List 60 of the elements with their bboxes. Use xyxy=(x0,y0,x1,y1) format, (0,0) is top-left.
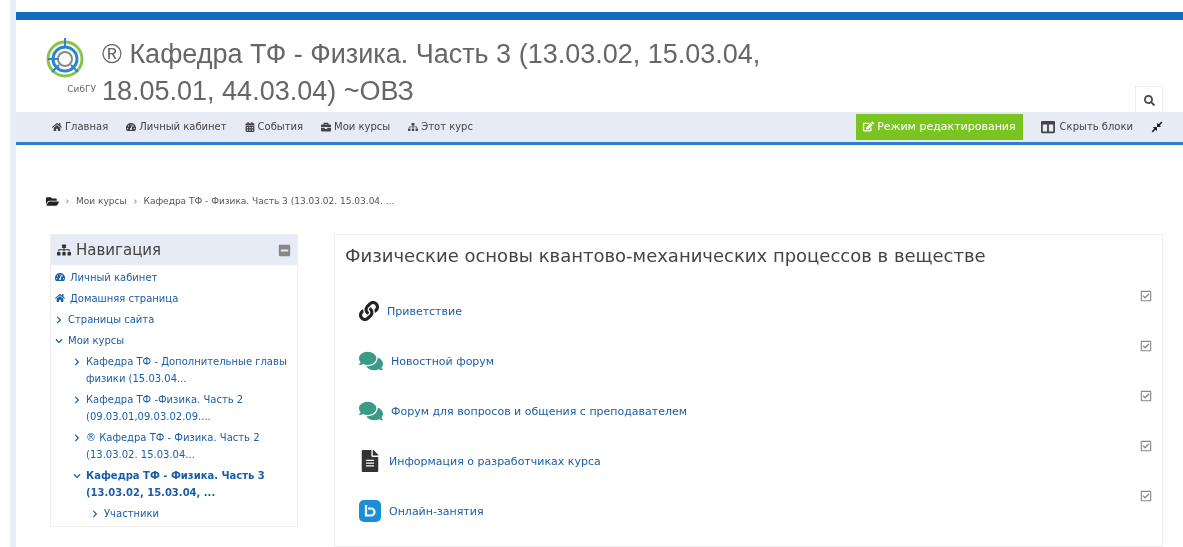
activity-link[interactable]: Форум для вопросов и общения с преподавателем xyxy=(391,404,1132,418)
activity-link[interactable]: Новостной форум xyxy=(391,354,1132,368)
dashboard-icon xyxy=(55,272,65,282)
section-title: Физические основы квантово-механических процессов в веществе xyxy=(345,245,987,266)
home-icon xyxy=(52,121,62,132)
chevron-right-icon xyxy=(55,316,63,324)
nav-tree-item[interactable]: Мои курсы xyxy=(55,332,293,349)
nav-tree-item[interactable]: Кафедра ТФ -Физика. Часть 2 (09.03.01,09.03.02.09.... xyxy=(55,391,293,425)
link-icon xyxy=(359,301,379,321)
chevron-right-icon xyxy=(73,358,81,366)
completion-checkbox[interactable] xyxy=(1140,440,1152,452)
nav-tree-item[interactable]: Страницы сайта xyxy=(55,311,293,328)
calendar-icon xyxy=(244,121,255,132)
activity-link[interactable]: Информация о разработчиках курса xyxy=(389,454,1132,468)
nav-tree-item[interactable]: ® Кафедра ТФ - Физика. Часть 2 (13.03.02. 15.03.04... xyxy=(55,429,293,463)
compress-icon[interactable] xyxy=(1151,120,1163,133)
edit-icon xyxy=(863,121,875,133)
folder-icon[interactable] xyxy=(46,194,59,208)
chevron-right-icon xyxy=(132,198,138,204)
nav-tree-item[interactable]: Личный кабинет xyxy=(55,269,293,286)
home-icon xyxy=(55,293,65,303)
chevron-down-icon xyxy=(73,472,81,480)
logo-text: СибГУ xyxy=(67,84,96,94)
nav-tree-item[interactable]: Кафедра ТФ - Дополнительные главы физики (15.03.04... xyxy=(55,353,293,387)
dashboard-icon xyxy=(126,121,137,132)
sitemap-icon xyxy=(408,121,419,132)
search-icon xyxy=(1143,94,1155,106)
activity-link[interactable]: Онлайн-занятия xyxy=(389,504,1132,518)
chevron-right-icon xyxy=(91,510,99,518)
course-title: ® Кафедра ТФ - Физика. Часть 3 (13.03.02, 15.03.04, 18.05.01, 44.03.04) ~ОВЗ xyxy=(102,38,762,108)
briefcase-icon xyxy=(321,121,332,132)
breadcrumb-link[interactable]: Кафедра ТФ - Физика. Часть 3 (13.03.02. 15.03.04. ... xyxy=(143,196,395,207)
completion-checkbox[interactable] xyxy=(1140,290,1152,302)
nav-tree-item[interactable]: Домашняя страница xyxy=(55,290,293,307)
hide-blocks-link[interactable]: Скрыть блоки xyxy=(1040,119,1133,134)
document-icon xyxy=(359,450,381,472)
chevron-right-icon xyxy=(65,198,70,204)
sitemap-icon xyxy=(57,243,71,257)
collapse-icon[interactable] xyxy=(278,243,291,257)
nav-tree-item[interactable]: Кафедра ТФ - Физика. Часть 3 (13.03.02, 15.03.04, ... xyxy=(55,467,293,501)
navbar-link[interactable]: Мои курсы xyxy=(321,121,391,133)
block-title: Навигация xyxy=(76,241,163,259)
navbar-link[interactable]: События xyxy=(244,121,304,133)
completion-checkbox[interactable] xyxy=(1140,390,1152,402)
navbar-link[interactable]: Личный кабинет xyxy=(126,121,227,133)
navbar-link[interactable]: Этот курс xyxy=(408,121,473,133)
columns-icon xyxy=(1040,119,1055,134)
activity-link[interactable]: Приветствие xyxy=(387,304,1132,318)
chevron-right-icon xyxy=(73,396,81,404)
search-button[interactable] xyxy=(1135,86,1163,114)
nav-tree-item[interactable]: Участники xyxy=(55,505,293,522)
completion-checkbox[interactable] xyxy=(1140,340,1152,352)
breadcrumb-link[interactable]: Мои курсы xyxy=(76,196,127,207)
completion-checkbox[interactable] xyxy=(1140,490,1152,502)
chat-icon xyxy=(359,399,383,423)
b-logo-icon xyxy=(359,500,381,522)
navbar-link[interactable]: Главная xyxy=(52,121,109,133)
chevron-right-icon xyxy=(73,434,81,442)
chevron-down-icon xyxy=(55,337,63,345)
chat-icon xyxy=(359,349,383,373)
